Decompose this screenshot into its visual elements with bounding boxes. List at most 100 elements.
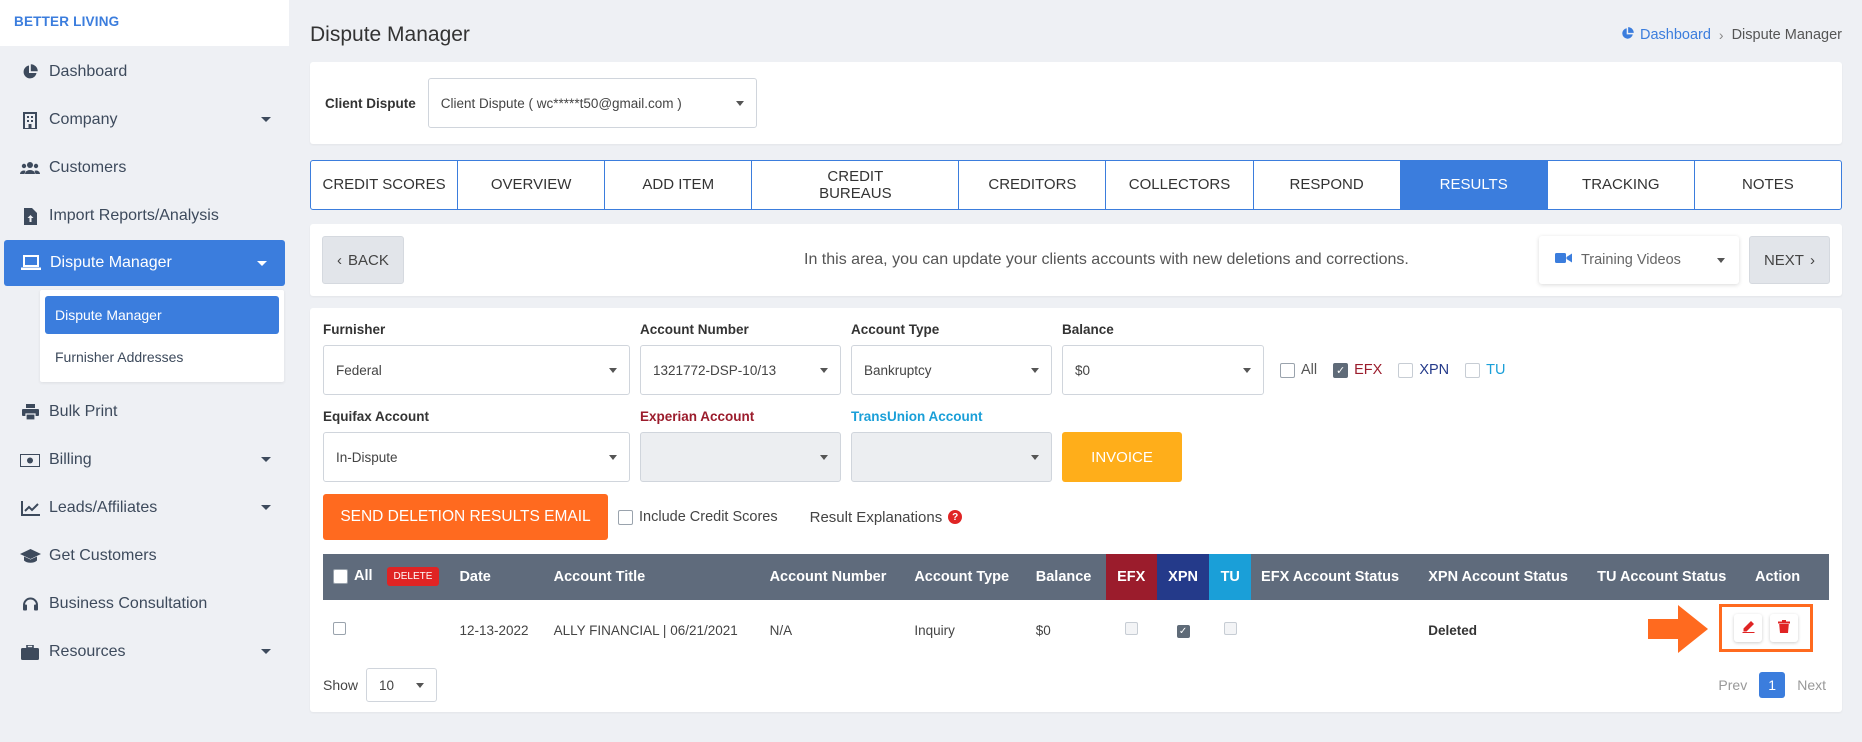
header-account-title[interactable]: Account Title [543, 554, 760, 600]
bulk-delete-button[interactable]: DELETE [386, 566, 440, 586]
account-type-select[interactable]: Bankruptcy [851, 345, 1052, 395]
main-content: Dispute Manager Dashboard › Dispute Mana… [310, 0, 1842, 712]
cell-xpn-status: Deleted [1428, 622, 1478, 638]
sidebar-item-dispute-manager[interactable]: Dispute Manager [4, 240, 285, 286]
header-tu: TU [1209, 554, 1252, 600]
breadcrumb: Dashboard › Dispute Manager [1621, 26, 1842, 44]
page-size-select[interactable]: 10 [366, 668, 438, 702]
tab-tracking[interactable]: TRACKING [1548, 161, 1695, 209]
tu-checkbox[interactable] [1223, 622, 1237, 635]
result-explanations-link[interactable]: Result Explanations ? [810, 509, 963, 526]
chevron-down-icon [1031, 368, 1039, 373]
sidebar-item-business-consultation[interactable]: Business Consultation [0, 580, 289, 628]
tab-respond[interactable]: RESPOND [1254, 161, 1401, 209]
chevron-down-icon [609, 455, 617, 460]
back-button[interactable]: ‹ BACK [322, 236, 404, 284]
row-checkbox[interactable] [333, 622, 346, 635]
page-title: Dispute Manager [310, 23, 470, 46]
submenu-item-dispute-manager[interactable]: Dispute Manager [45, 296, 279, 334]
printer-icon [19, 402, 41, 422]
cell-xpn: ✓ [1157, 600, 1210, 660]
checkbox[interactable] [618, 509, 633, 525]
header-efx-status[interactable]: EFX Account Status [1251, 554, 1419, 600]
edit-button[interactable] [1734, 614, 1762, 642]
furnisher-select[interactable]: Federal [323, 345, 630, 395]
checkbox[interactable] [1465, 362, 1481, 378]
sidebar-item-label: Import Reports/Analysis [49, 207, 219, 224]
delete-row-button[interactable] [1770, 614, 1798, 642]
client-dispute-select[interactable]: Client Dispute ( wc*****t50@gmail.com ) [427, 78, 757, 128]
next-button[interactable]: NEXT › [1748, 236, 1830, 284]
sidebar-item-resources[interactable]: Resources [0, 628, 289, 676]
check-xpn[interactable]: XPN [1398, 362, 1449, 378]
xpn-checkbox[interactable]: ✓ [1176, 625, 1190, 638]
page-size-value: 10 [379, 677, 395, 693]
check-tu[interactable]: TU [1465, 362, 1506, 378]
next-page-button[interactable]: Next [1797, 677, 1826, 693]
chevron-down-icon [1243, 368, 1251, 373]
tab-overview[interactable]: OVERVIEW [458, 161, 606, 209]
include-credit-scores-check[interactable]: Include Credit Scores [618, 509, 778, 525]
checkbox[interactable] [1280, 362, 1295, 378]
tab-credit-bureaus[interactable]: CREDIT BUREAUS [752, 161, 960, 209]
tab-creditors[interactable]: CREDITORS [959, 161, 1107, 209]
training-videos-label: Training Videos [1580, 252, 1681, 268]
chevron-left-icon: ‹ [337, 251, 342, 269]
sidebar-nav: Dashboard Company Customers Import Repor… [0, 48, 289, 676]
submenu-item-furnisher-addresses[interactable]: Furnisher Addresses [45, 338, 279, 376]
sidebar-item-label: Billing [49, 451, 92, 468]
training-videos-dropdown[interactable]: Training Videos [1538, 236, 1739, 284]
efx-checkbox[interactable] [1124, 622, 1138, 635]
page-header: Dispute Manager Dashboard › Dispute Mana… [310, 0, 1842, 70]
tab-credit-scores[interactable]: CREDIT SCORES [311, 161, 459, 209]
breadcrumb-dashboard-link[interactable]: Dashboard [1621, 26, 1711, 44]
select-all-checkbox[interactable] [333, 568, 348, 584]
experian-select[interactable] [640, 432, 841, 482]
sidebar-item-billing[interactable]: Billing [0, 436, 289, 484]
check-efx-label: EFX [1354, 362, 1383, 378]
header-date[interactable]: Date [449, 554, 544, 600]
building-icon [19, 110, 41, 130]
sidebar-item-dashboard[interactable]: Dashboard [0, 48, 289, 96]
equifax-label: Equifax Account [323, 409, 430, 424]
sidebar-item-label: Get Customers [49, 547, 157, 564]
chevron-down-icon [257, 261, 267, 266]
account-number-select[interactable]: 1321772-DSP-10/13 [640, 345, 841, 395]
header-account-type[interactable]: Account Type [904, 554, 1026, 600]
sidebar-item-label: Bulk Print [49, 403, 118, 420]
sidebar-item-leads-affiliates[interactable]: Leads/Affiliates [0, 484, 289, 532]
tab-results[interactable]: RESULTS [1400, 161, 1548, 209]
pie-chart-icon [1621, 26, 1634, 44]
header-balance[interactable]: Balance [1025, 554, 1106, 600]
header-account-number[interactable]: Account Number [759, 554, 905, 600]
invoice-button[interactable]: INVOICE [1062, 432, 1182, 482]
checkbox[interactable] [1398, 362, 1414, 378]
sidebar-item-import-reports[interactable]: Import Reports/Analysis [0, 192, 289, 240]
equifax-select[interactable]: In-Dispute [323, 432, 630, 482]
tab-collectors[interactable]: COLLECTORS [1106, 161, 1254, 209]
trash-icon [1778, 620, 1790, 636]
tab-notes[interactable]: NOTES [1695, 161, 1841, 209]
prev-page-button[interactable]: Prev [1718, 677, 1747, 693]
send-deletion-results-email-button[interactable]: SEND DELETION RESULTS EMAIL [323, 494, 608, 540]
checkbox[interactable]: ✓ [1333, 362, 1349, 378]
cell-efx [1106, 600, 1157, 660]
chevron-down-icon [261, 649, 271, 654]
sidebar-item-company[interactable]: Company [0, 96, 289, 144]
chevron-down-icon [261, 457, 271, 462]
question-icon[interactable]: ? [948, 510, 963, 524]
balance-select[interactable]: $0 [1062, 345, 1264, 395]
tab-add-item[interactable]: ADD ITEM [605, 161, 753, 209]
sidebar-item-get-customers[interactable]: Get Customers [0, 532, 289, 580]
header-xpn-status[interactable]: XPN Account Status [1418, 554, 1588, 600]
transunion-select[interactable] [851, 432, 1052, 482]
headset-icon [19, 594, 41, 614]
sidebar-item-label: Dispute Manager [50, 254, 172, 271]
page-number-button[interactable]: 1 [1759, 672, 1786, 698]
check-all[interactable]: All [1280, 362, 1317, 378]
check-efx[interactable]: ✓ EFX [1333, 362, 1382, 378]
header-tu-status[interactable]: TU Account Status [1587, 554, 1745, 600]
brand-logo[interactable]: BETTER LIVING [0, 0, 289, 46]
sidebar-item-customers[interactable]: Customers [0, 144, 289, 192]
sidebar-item-bulk-print[interactable]: Bulk Print [0, 388, 289, 436]
